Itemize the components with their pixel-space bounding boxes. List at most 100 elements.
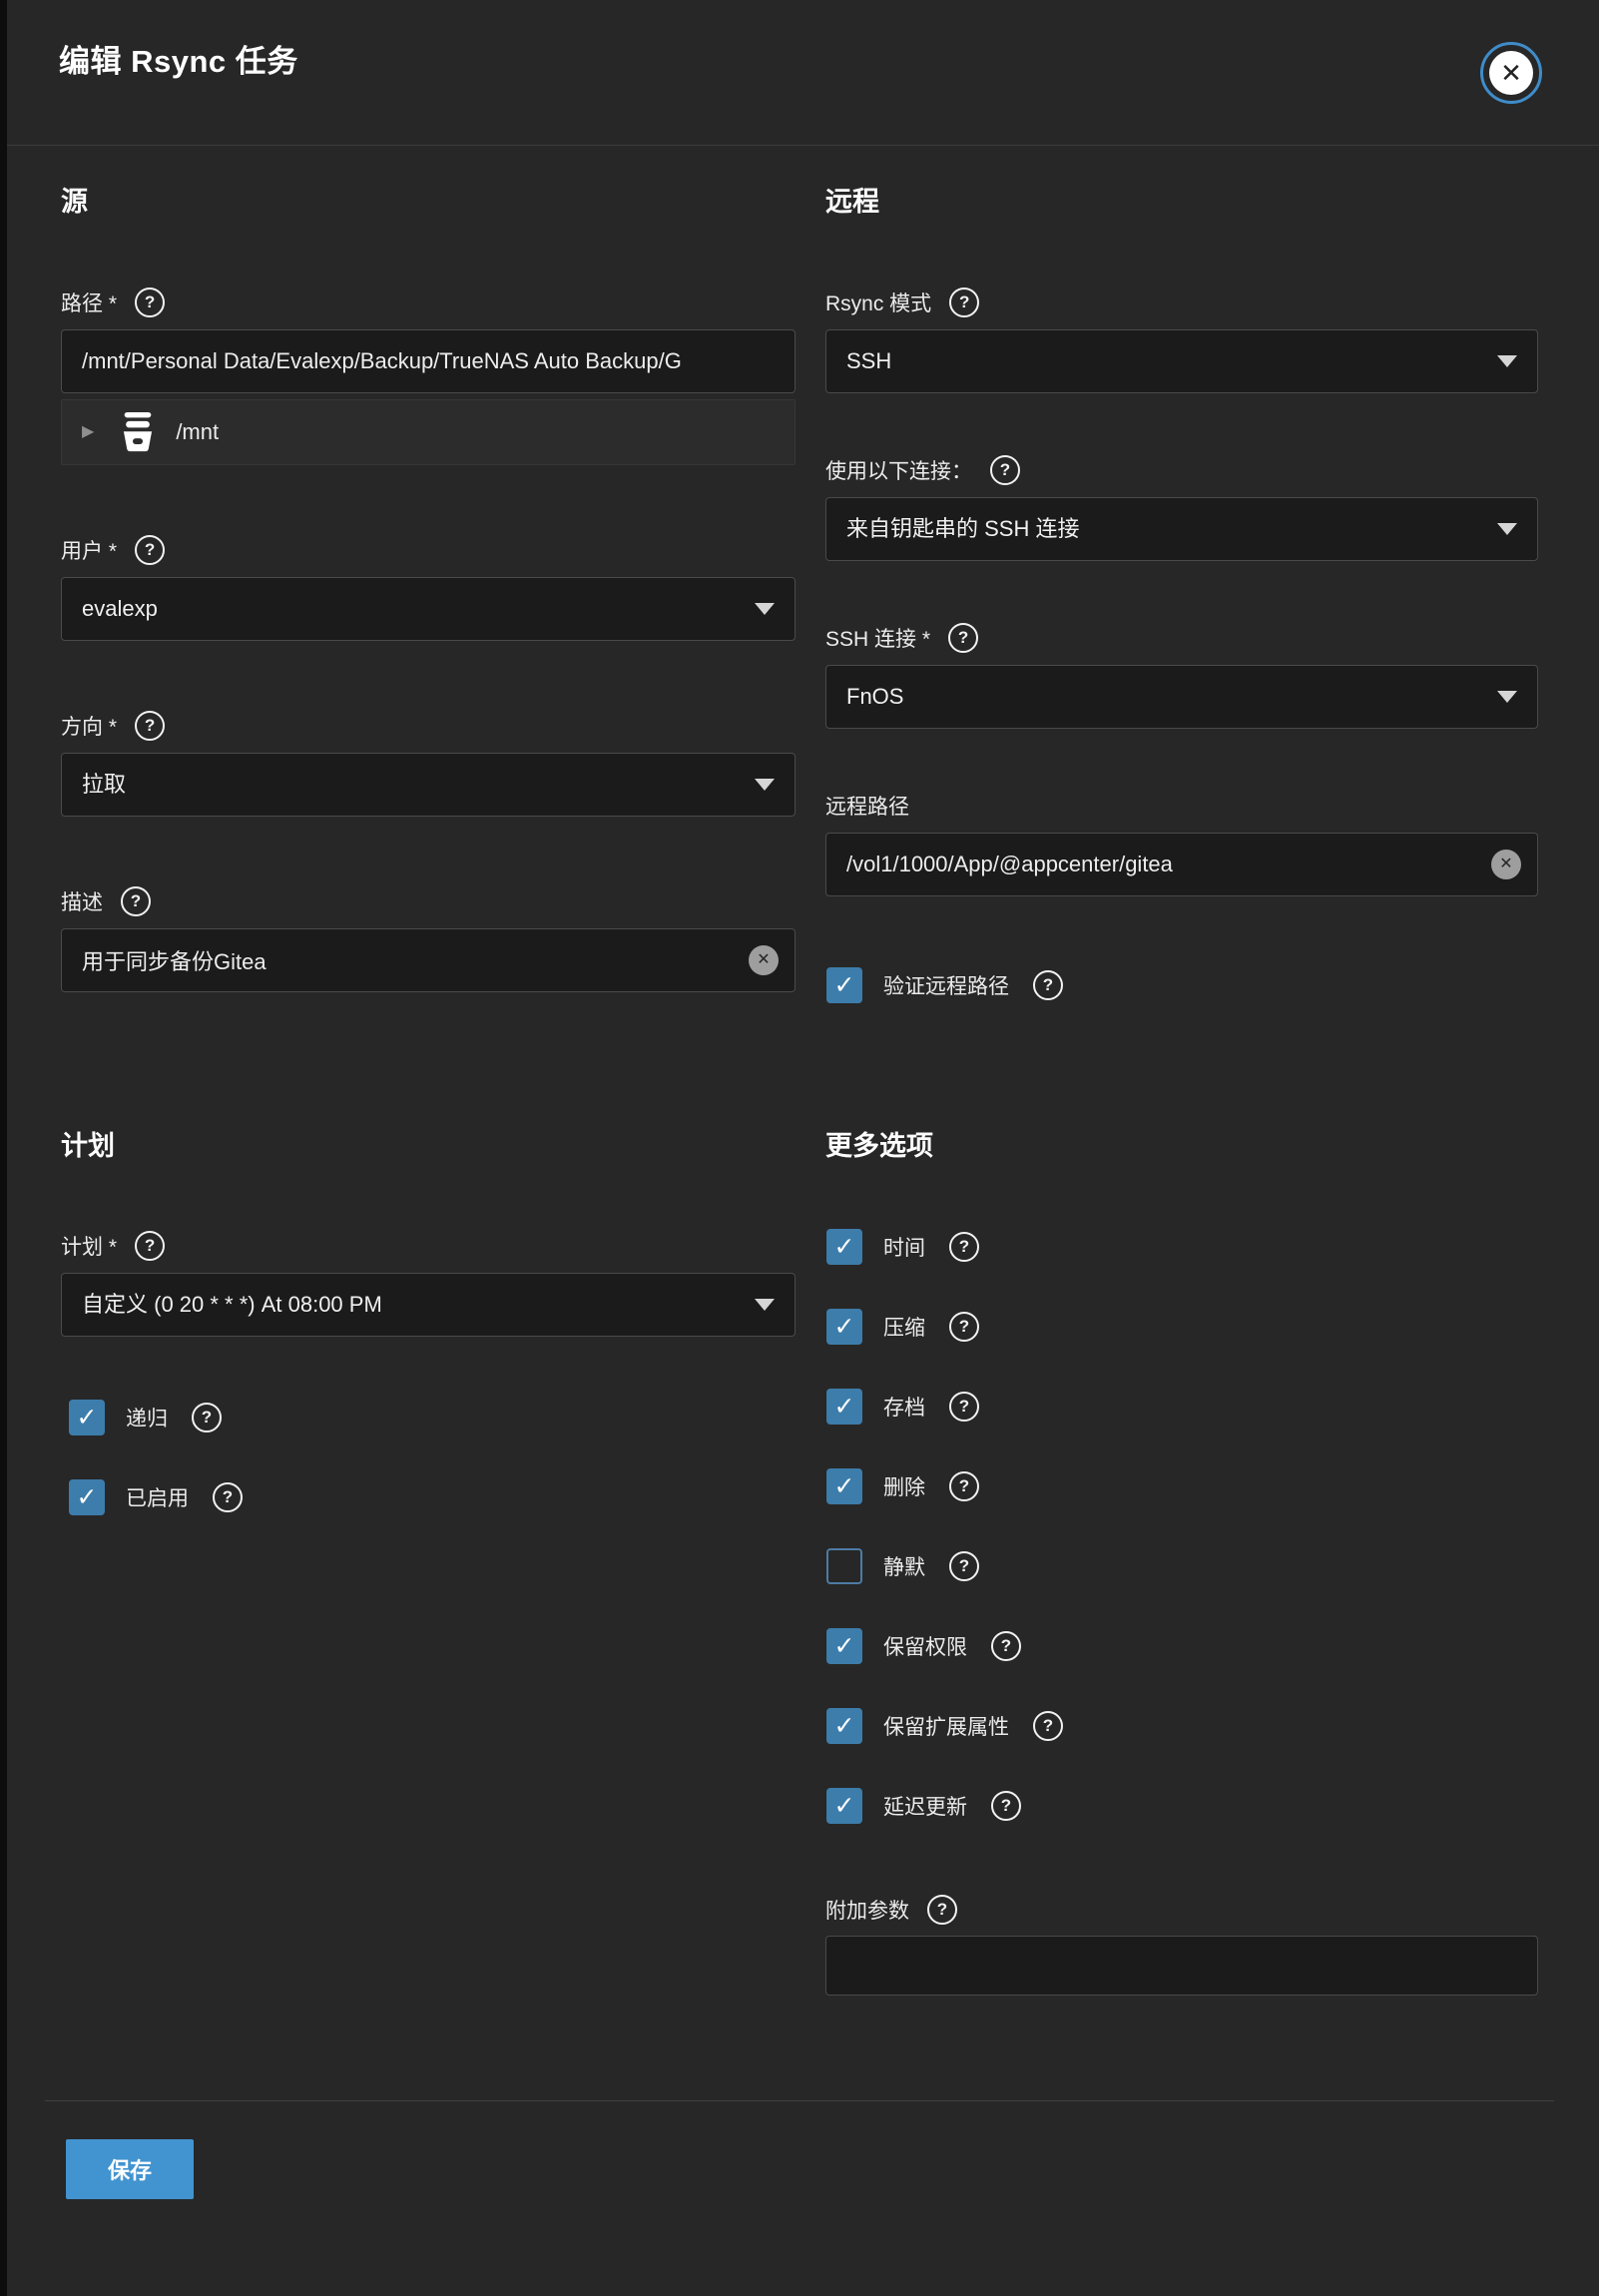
schedule-label: 计划 * — [61, 1231, 117, 1261]
description-input-container: ✕ — [61, 928, 796, 992]
option-checkbox[interactable]: ✓ — [826, 1468, 862, 1504]
help-icon[interactable]: ? — [990, 455, 1020, 485]
path-input-container — [61, 329, 796, 393]
rsync-mode-label: Rsync 模式 — [825, 287, 931, 317]
tree-expand-icon[interactable]: ▶ — [82, 424, 94, 440]
help-icon[interactable]: ? — [949, 1392, 979, 1422]
rsync-mode-select-value: SSH — [826, 330, 1537, 392]
enabled-label: 已启用 — [126, 1482, 189, 1512]
help-icon[interactable]: ? — [948, 623, 978, 653]
check-icon: ✓ — [834, 1235, 855, 1260]
tree-node-mnt[interactable]: ▶ /mnt — [62, 400, 795, 464]
check-icon: ✓ — [834, 1315, 855, 1340]
recursive-label: 递归 — [126, 1403, 168, 1433]
footer-divider — [45, 2100, 1554, 2101]
help-icon[interactable]: ? — [213, 1482, 243, 1512]
help-icon[interactable]: ? — [949, 1312, 979, 1342]
help-icon[interactable]: ? — [991, 1631, 1021, 1661]
option-checkbox[interactable]: ✓ — [826, 1548, 862, 1584]
chevron-down-icon — [755, 779, 775, 791]
section-heading-schedule: 计划 — [61, 1130, 796, 1162]
option-label: 保留权限 — [883, 1631, 967, 1661]
check-icon: ✓ — [834, 973, 855, 998]
option-checkbox[interactable]: ✓ — [826, 1708, 862, 1744]
remote-path-label-row: 远程路径 — [825, 791, 1538, 821]
section-heading-source: 源 — [61, 186, 796, 218]
auxiliary-params-input-container — [825, 1936, 1538, 1996]
more-option-row-1: ✓时间? — [826, 1229, 1063, 1265]
enabled-checkbox[interactable]: ✓ — [69, 1479, 105, 1515]
check-icon: ✓ — [834, 1474, 855, 1499]
section-heading-remote: 远程 — [825, 186, 1538, 218]
path-input[interactable] — [62, 330, 795, 392]
check-icon: ✓ — [834, 1395, 855, 1420]
option-checkbox[interactable]: ✓ — [826, 1788, 862, 1824]
dialog-title: 编辑 Rsync 任务 — [59, 36, 298, 81]
section-heading-more-options: 更多选项 — [825, 1130, 1538, 1162]
help-icon[interactable]: ? — [949, 1471, 979, 1501]
schedule-select-value: 自定义 (0 20 * * *) At 08:00 PM — [62, 1274, 795, 1336]
help-icon[interactable]: ? — [121, 886, 151, 916]
chevron-down-icon — [755, 1299, 775, 1311]
more-option-row-7: ✓保留扩展属性? — [826, 1708, 1063, 1744]
help-icon[interactable]: ? — [991, 1791, 1021, 1821]
direction-label-row: 方向 * ? — [61, 711, 796, 741]
more-option-row-4: ✓ 删除? — [826, 1468, 1063, 1504]
description-label: 描述 — [61, 886, 103, 916]
direction-select[interactable]: 拉取 — [61, 753, 796, 817]
more-option-row-3: ✓存档? — [826, 1389, 1063, 1425]
option-checkbox[interactable]: ✓ — [826, 1628, 862, 1664]
chevron-down-icon — [1497, 691, 1517, 703]
help-icon[interactable]: ? — [927, 1895, 957, 1925]
direction-select-value: 拉取 — [62, 754, 795, 816]
clear-icon[interactable]: ✕ — [1491, 850, 1521, 879]
help-icon[interactable]: ? — [1033, 1711, 1063, 1741]
help-icon[interactable]: ? — [1033, 970, 1063, 1000]
ssh-connection-select[interactable]: FnOS — [825, 665, 1538, 729]
description-input[interactable] — [62, 929, 795, 991]
help-icon[interactable]: ? — [135, 711, 165, 741]
save-button[interactable]: 保存 — [66, 2139, 194, 2199]
auxiliary-params-label: 附加参数 — [825, 1895, 909, 1925]
rsync-mode-select[interactable]: SSH — [825, 329, 1538, 393]
enabled-row: ✓ 已启用 ? — [69, 1479, 243, 1515]
rsync-mode-label-row: Rsync 模式 ? — [825, 287, 1538, 317]
user-select[interactable]: evalexp — [61, 577, 796, 641]
remote-path-input[interactable] — [826, 834, 1537, 895]
help-icon[interactable]: ? — [135, 535, 165, 565]
connect-via-select-value: 来自钥匙串的 SSH 连接 — [826, 498, 1537, 560]
help-icon[interactable]: ? — [192, 1403, 222, 1433]
help-icon[interactable]: ? — [949, 1232, 979, 1262]
user-select-value: evalexp — [62, 578, 795, 640]
help-icon[interactable]: ? — [949, 1551, 979, 1581]
direction-label: 方向 * — [61, 711, 117, 741]
help-icon[interactable]: ? — [135, 287, 165, 317]
option-label: 删除 — [883, 1471, 925, 1501]
description-label-row: 描述 ? — [61, 886, 796, 916]
close-button[interactable]: ✕ — [1480, 42, 1542, 104]
schedule-select[interactable]: 自定义 (0 20 * * *) At 08:00 PM — [61, 1273, 796, 1337]
connect-via-label: 使用以下连接： — [825, 455, 972, 485]
option-checkbox[interactable]: ✓ — [826, 1389, 862, 1425]
recursive-row: ✓ 递归 ? — [69, 1400, 222, 1435]
validate-remote-path-checkbox[interactable]: ✓ — [826, 967, 862, 1003]
option-label: 静默 — [883, 1551, 925, 1581]
option-checkbox[interactable]: ✓ — [826, 1309, 862, 1345]
option-label: 延迟更新 — [883, 1791, 967, 1821]
auxiliary-params-input[interactable] — [826, 1937, 1537, 1995]
option-label: 压缩 — [883, 1312, 925, 1342]
user-label-row: 用户 * ? — [61, 535, 796, 565]
more-option-row-2: ✓ 压缩? — [826, 1309, 1063, 1345]
connect-via-select[interactable]: 来自钥匙串的 SSH 连接 — [825, 497, 1538, 561]
validate-remote-path-row: ✓ 验证远程路径 ? — [826, 967, 1063, 1003]
help-icon[interactable]: ? — [135, 1231, 165, 1261]
recursive-checkbox[interactable]: ✓ — [69, 1400, 105, 1435]
check-icon: ✓ — [834, 1634, 855, 1659]
close-icon: ✕ — [1489, 51, 1533, 95]
help-icon[interactable]: ? — [949, 287, 979, 317]
dataset-icon — [120, 412, 156, 452]
tree-node-label: /mnt — [176, 419, 219, 445]
remote-path-input-container: ✕ — [825, 833, 1538, 896]
option-checkbox[interactable]: ✓ — [826, 1229, 862, 1265]
clear-icon[interactable]: ✕ — [749, 945, 779, 975]
